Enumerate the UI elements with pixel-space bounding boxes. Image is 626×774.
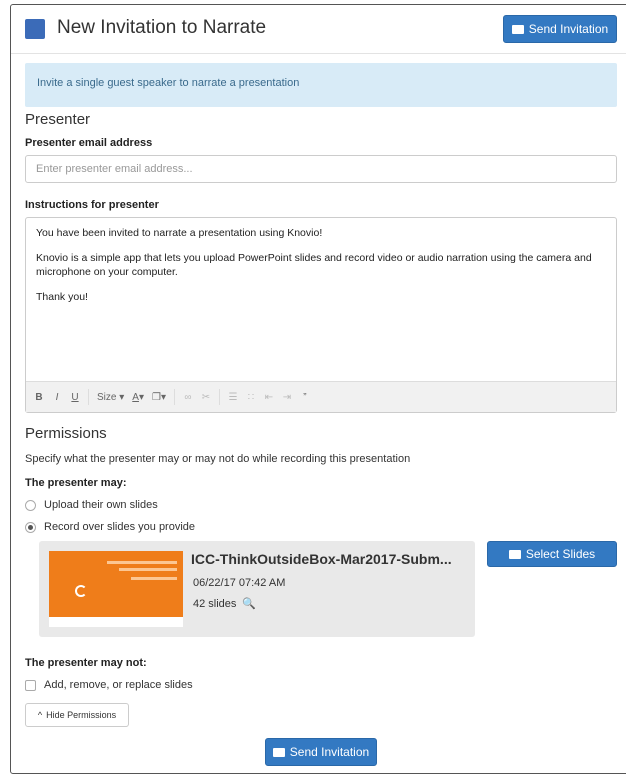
quote-icon[interactable]: ”: [300, 392, 310, 403]
invitation-icon: [25, 19, 45, 39]
panel-header: New Invitation to Narrate Send Invitatio…: [11, 5, 626, 54]
instructions-line-2: Knovio is a simple app that lets you upl…: [36, 252, 592, 278]
send-invitation-button-bottom[interactable]: Send Invitation: [265, 738, 377, 766]
slide-count-label: 42 slides: [193, 597, 237, 610]
option-upload-slides[interactable]: Upload their own slides: [25, 499, 158, 511]
page-title: New Invitation to Narrate: [57, 17, 267, 38]
font-color-button[interactable]: A▾: [132, 392, 144, 403]
option-label: Upload their own slides: [44, 499, 158, 511]
hide-permissions-button[interactable]: ^ Hide Permissions: [25, 703, 129, 727]
editor-content[interactable]: You have been invited to narrate a prese…: [36, 226, 606, 315]
magnifier-icon[interactable]: 🔍: [242, 597, 256, 610]
slide-thumbnail: [49, 551, 183, 627]
thumbnail-text-line: [119, 568, 177, 571]
envelope-icon: [511, 24, 524, 34]
presentation-card: ICC-ThinkOutsideBox-Mar2017-Subm... 06/2…: [39, 541, 475, 637]
email-label: Presenter email address: [25, 137, 153, 149]
presenter-email-input[interactable]: [25, 155, 617, 183]
info-alert: Invite a single guest speaker to narrate…: [25, 63, 617, 107]
background-color-button[interactable]: ❐▾: [152, 392, 166, 403]
radio-upload-slides[interactable]: [25, 499, 36, 511]
instructions-line-1: You have been invited to narrate a prese…: [36, 227, 323, 239]
link-icon[interactable]: ∞: [183, 392, 193, 403]
send-invitation-button-top[interactable]: Send Invitation: [503, 15, 617, 43]
option-add-remove-slides[interactable]: Add, remove, or replace slides: [25, 679, 193, 691]
image-icon: [508, 549, 521, 559]
hide-permissions-label: Hide Permissions: [46, 710, 117, 720]
ordered-list-icon[interactable]: ☰: [228, 392, 238, 403]
thumbnail-text-line: [131, 577, 177, 580]
select-slides-button[interactable]: Select Slides: [487, 541, 617, 567]
unlink-icon[interactable]: ✂: [201, 392, 211, 403]
may-label: The presenter may:: [25, 477, 127, 489]
thumbnail-footer: [49, 617, 183, 627]
option-label: Record over slides you provide: [44, 521, 196, 533]
envelope-icon: [272, 747, 285, 757]
underline-button[interactable]: U: [70, 392, 80, 403]
permissions-heading: Permissions: [25, 425, 107, 442]
instructions-editor[interactable]: You have been invited to narrate a prese…: [25, 217, 617, 413]
select-slides-label: Select Slides: [525, 547, 596, 561]
thumbnail-text-line: [107, 561, 177, 564]
font-color-icon: A: [132, 391, 139, 403]
slide-count: 42 slides 🔍: [193, 597, 256, 611]
toolbar-divider: [173, 389, 175, 405]
send-label: Send Invitation: [289, 745, 370, 759]
toolbar-divider: [218, 389, 220, 405]
bold-button[interactable]: B: [34, 392, 44, 403]
outdent-icon[interactable]: ⇤: [264, 392, 274, 403]
presenter-heading: Presenter: [25, 111, 91, 128]
radio-record-over-slides[interactable]: [25, 521, 36, 533]
italic-button[interactable]: I: [52, 392, 62, 403]
size-label: Size: [97, 391, 117, 403]
bullet-list-icon[interactable]: ∷: [246, 392, 256, 403]
option-record-over-slides[interactable]: Record over slides you provide: [25, 521, 195, 533]
indent-icon[interactable]: ⇥: [282, 392, 292, 403]
size-dropdown[interactable]: Size ▾: [97, 392, 124, 403]
editor-toolbar: B I U Size ▾ A▾ ❐▾ ∞ ✂ ☰ ∷ ⇤ ⇥ ”: [26, 381, 616, 412]
instructions-line-3: Thank you!: [36, 291, 88, 303]
alert-text: Invite a single guest speaker to narrate…: [37, 77, 300, 89]
invitation-panel: New Invitation to Narrate Send Invitatio…: [10, 4, 626, 774]
presentation-title: ICC-ThinkOutsideBox-Mar2017-Subm...: [191, 551, 452, 567]
chevron-up-icon: ^: [37, 710, 43, 720]
send-label: Send Invitation: [528, 22, 609, 36]
option-label: Add, remove, or replace slides: [44, 679, 193, 691]
permissions-description: Specify what the presenter may or may no…: [25, 453, 411, 465]
may-not-label: The presenter may not:: [25, 657, 147, 669]
instructions-label: Instructions for presenter: [25, 199, 159, 211]
presentation-date: 06/22/17 07:42 AM: [193, 577, 286, 589]
toolbar-divider: [88, 389, 89, 405]
checkbox-add-remove-slides[interactable]: [25, 679, 36, 691]
thumbnail-logo: [75, 585, 87, 597]
background-color-icon: ❐: [151, 391, 161, 403]
